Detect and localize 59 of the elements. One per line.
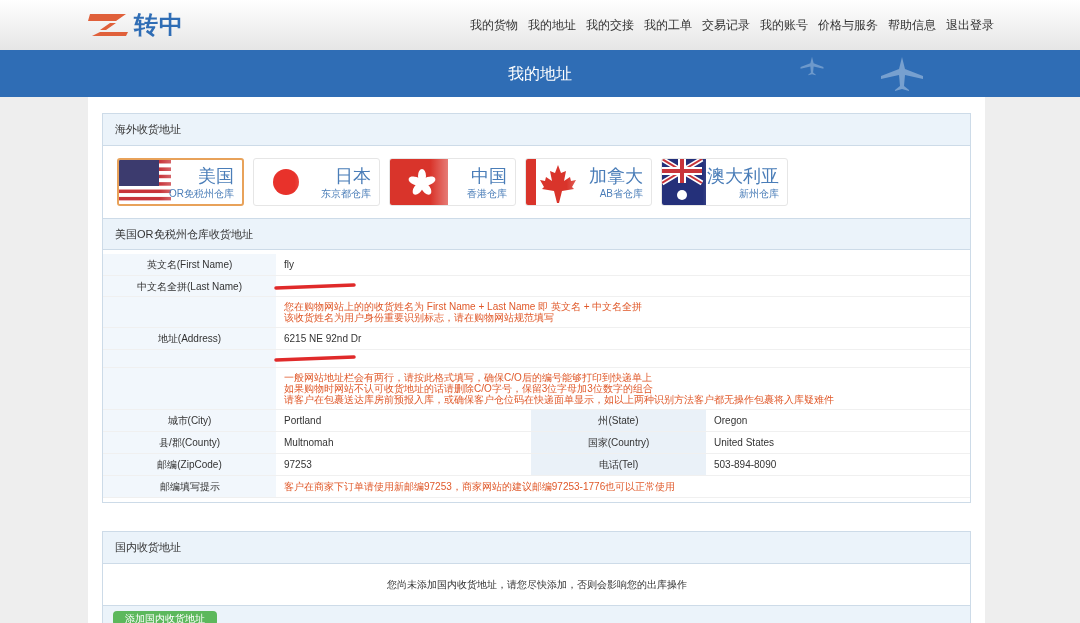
nav-link[interactable]: 我的工单: [644, 16, 692, 34]
field-value: 503-894-8090: [714, 458, 777, 472]
warehouse-name: OR免税州仓库: [169, 186, 234, 200]
airplane-icon: [800, 56, 824, 76]
warehouse-name: 新州仓库: [739, 186, 779, 200]
country-name: 日本: [335, 164, 371, 187]
field-value: 97253: [284, 458, 312, 472]
field-label: 地址(Address): [157, 332, 222, 346]
field-label: 邮编填写提示: [159, 480, 220, 494]
warehouse-name: 东京都仓库: [321, 186, 371, 200]
warehouse-name: AB省仓库: [599, 186, 643, 200]
country-name: 加拿大: [589, 164, 643, 187]
country-name: 中国: [471, 164, 507, 187]
field-label: 城市(City): [167, 414, 212, 428]
flag-icon: [662, 159, 706, 205]
nav-link[interactable]: 我的地址: [528, 16, 576, 34]
flag-icon: [390, 159, 448, 205]
field-label: 国家(Country): [587, 436, 650, 450]
country-name: 美国: [198, 164, 234, 187]
field-value: Multnomah: [284, 436, 334, 450]
logo-icon: [86, 12, 130, 38]
field-value: fly: [284, 258, 294, 272]
field-label: 县/郡(County): [158, 436, 221, 450]
country-name: 澳大利亚: [707, 164, 779, 187]
field-value: Oregon: [714, 414, 748, 428]
section-title: 海外收货地址: [115, 122, 181, 138]
field-label: 邮编(ZipCode): [157, 458, 222, 472]
nav-link[interactable]: 退出登录: [946, 16, 994, 34]
nav-link[interactable]: 我的账号: [760, 16, 808, 34]
warehouse-tab[interactable]: 加拿大 AB省仓库: [525, 158, 652, 206]
field-value: 6215 NE 92nd Dr: [284, 332, 362, 346]
nav-link[interactable]: 我的交接: [586, 16, 634, 34]
warehouse-name: 香港仓库: [467, 186, 507, 200]
nav-link[interactable]: 帮助信息: [888, 16, 936, 34]
hint-text: 客户在商家下订单请使用新邮编97253，商家网站的建议邮编97253-1776也可以正常使用: [284, 480, 676, 494]
flag-icon: [119, 160, 171, 204]
hint-text: 您在购物网站上的的收货姓名为 First Name + Last Name 即 英文名 + 中文名全拼 该收货姓名为用户身份重要识别标志，请在购物网站规范填写: [284, 301, 643, 323]
section-title: 美国OR免税州仓库收货地址: [115, 226, 253, 242]
nav-link[interactable]: 我的货物: [470, 16, 518, 34]
flag-icon: [273, 169, 299, 195]
field-label: 英文名(First Name): [146, 258, 233, 272]
hint-text: 一般网站地址栏会有两行，请按此格式填写，确保C/O后的编号能够打印到快递单上 如果购物时网站不认可收货地址的话请删除C/O字号，保留3位字母加3位数字的组合 请客户在包裹送达库房前预报入库，或确保客户仓位码在快递面单显示，如以上两种识别方法客户都无操作包裹将入库疑难件: [284, 372, 834, 405]
warehouse-tab[interactable]: 澳大利亚 新州仓库: [661, 158, 788, 206]
warehouse-tab[interactable]: 美国 OR免税州仓库: [117, 158, 244, 206]
field-label: 中文名全拼(Last Name): [137, 279, 242, 294]
flag-icon: [526, 159, 578, 205]
nav-link[interactable]: 价格与服务: [818, 16, 878, 34]
field-value: Portland: [284, 414, 322, 428]
nav-link[interactable]: 交易记录: [702, 16, 750, 34]
section-title: 国内收货地址: [115, 540, 181, 556]
page-title: 我的地址: [508, 63, 572, 84]
field-value: United States: [714, 436, 775, 450]
field-label: 州(State): [598, 414, 639, 428]
warehouse-tab[interactable]: 中国 香港仓库: [389, 158, 516, 206]
empty-message: 您尚未添加国内收货地址，请您尽快添加，否则会影响您的出库操作: [386, 578, 687, 592]
warehouse-tab[interactable]: 日本 东京都仓库: [253, 158, 380, 206]
field-label: 电话(Tel): [598, 458, 639, 472]
logo-text: 转中: [134, 10, 185, 40]
airplane-icon: [880, 56, 924, 92]
